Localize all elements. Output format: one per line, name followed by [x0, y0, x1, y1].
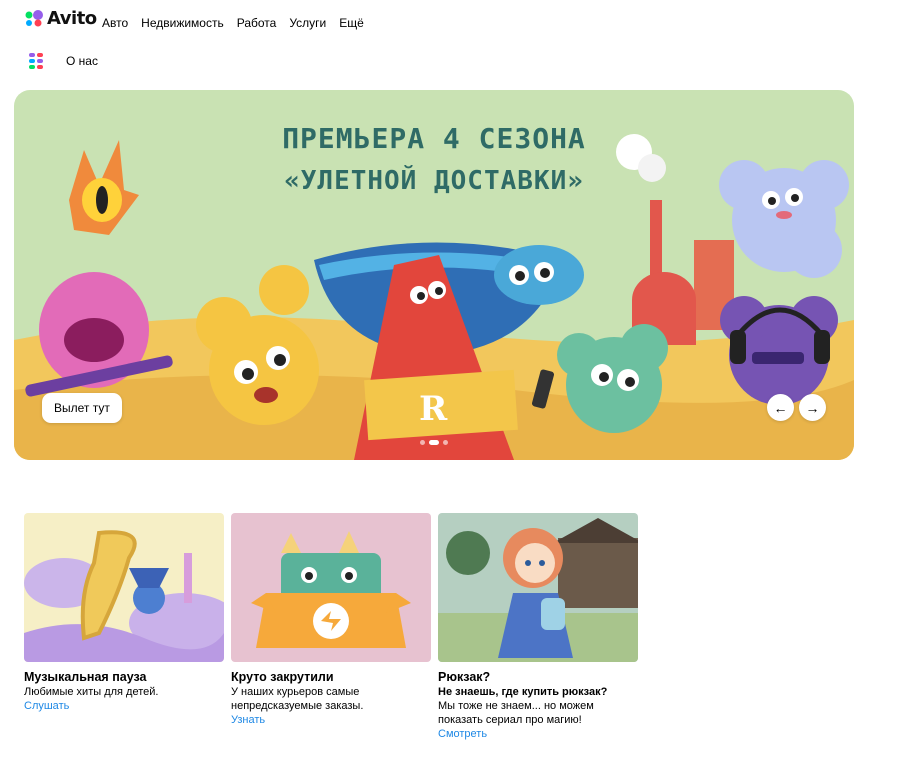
card-twisted[interactable]: Круто закрутили У наших курьеров самые н… [231, 513, 431, 727]
card-image[interactable] [438, 513, 638, 662]
next-slide-button[interactable]: → [799, 394, 826, 421]
arrow-right-icon: → [805, 399, 820, 416]
avito-logo-icon [25, 10, 43, 27]
about-label: О нас [66, 54, 98, 68]
card-image[interactable] [231, 513, 431, 662]
card-music-illustration [24, 513, 224, 662]
hero-banner[interactable]: R ПРЕМЬЕРА 4 СЕЗОНА «УЛЕТНОЙ ДОСТАВКИ» В… [14, 90, 854, 460]
slide-indicator [14, 440, 854, 445]
card-description: Мы тоже не знаем... но можем показать се… [438, 700, 594, 726]
card-girl-illustration [438, 513, 638, 662]
hero-cta-button[interactable]: Вылет тут [42, 393, 122, 423]
slide-dot[interactable] [443, 440, 448, 445]
hero-title-line1: ПРЕМЬЕРА 4 СЕЗОНА [282, 122, 586, 155]
card-image[interactable] [24, 513, 224, 662]
slide-dot[interactable] [420, 440, 425, 445]
avito-logo[interactable]: Avito [24, 7, 97, 29]
prev-slide-button[interactable]: ← [767, 394, 794, 421]
card-description: Любимые хиты для детей. [24, 686, 159, 698]
arrow-left-icon: ← [773, 399, 788, 416]
nav-item-auto[interactable]: Авто [102, 16, 128, 30]
card-title: Рюкзак? [438, 670, 491, 684]
svg-text:R: R [419, 389, 448, 429]
card-link-watch[interactable]: Смотреть [438, 727, 638, 741]
about-icon [29, 53, 43, 69]
nav-item-services[interactable]: Услуги [289, 16, 326, 30]
card-backpack[interactable]: Рюкзак? Не знаешь, где купить рюкзак? Мы… [438, 513, 638, 741]
logo-text: Avito [47, 7, 97, 29]
nav-item-more[interactable]: Ещё [339, 16, 364, 30]
card-link-listen[interactable]: Слушать [24, 699, 224, 713]
about-link[interactable]: О нас [28, 52, 98, 70]
blue-fish-character [494, 245, 584, 305]
card-description: У наших курьеров самые непредсказуемые з… [231, 686, 364, 712]
card-music-pause[interactable]: Музыкальная пауза Любимые хиты для детей… [24, 513, 224, 713]
main-nav: Авто Недвижимость Работа Услуги Ещё [102, 16, 364, 30]
card-title: Музыкальная пауза [24, 670, 147, 684]
nav-item-realty[interactable]: Недвижимость [141, 16, 224, 30]
card-subtitle: Не знаешь, где купить рюкзак? [438, 686, 608, 698]
card-title: Круто закрутили [231, 670, 334, 684]
slide-dot-active[interactable] [429, 440, 439, 445]
card-box-illustration [231, 513, 431, 662]
nav-item-jobs[interactable]: Работа [237, 16, 277, 30]
card-link-learn[interactable]: Узнать [231, 713, 431, 727]
hero-title-line2: «УЛЕТНОЙ ДОСТАВКИ» [284, 166, 584, 196]
